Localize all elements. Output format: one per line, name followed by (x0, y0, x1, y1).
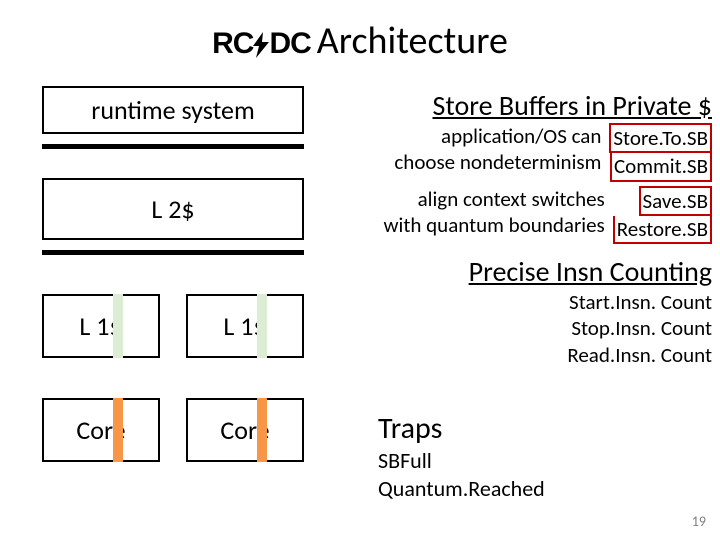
label-runtime: runtime system (91, 94, 254, 126)
right-column: Store Buffers in Private $ application/O… (342, 86, 712, 368)
store-buffers-block: application/OS can choose nondeterminism… (342, 123, 712, 244)
api-start-insn: Start.Insn. Count (342, 289, 712, 315)
traps-block: Traps SBFull Quantum.Reached (378, 410, 708, 502)
logo-rcdc: RC DC (212, 27, 311, 61)
sb-line3: align context switches (383, 186, 604, 212)
sb-line4: with quantum boundaries (383, 212, 604, 238)
logo-left: RC (212, 27, 253, 60)
tab-core-right (257, 398, 267, 462)
logo-right: DC (269, 27, 310, 60)
tab-core-left (113, 398, 123, 462)
box-l1-left: L 1$ (42, 294, 160, 358)
box-core-left: Core (42, 398, 160, 462)
underline-l2 (42, 250, 304, 255)
precise-apis: Start.Insn. Count Stop.Insn. Count Read.… (342, 289, 712, 368)
api-save-sb: Save.SB (639, 186, 712, 216)
tab-l1-right (257, 294, 267, 358)
traps-line1: SBFull (378, 447, 708, 475)
tab-l1-left (113, 294, 123, 358)
heading-precise-insn: Precise Insn Counting (342, 254, 712, 289)
api-restore-sb: Restore.SB (613, 216, 712, 244)
box-l2-cache: L 2$ (42, 178, 304, 240)
api-store-to-sb: Store.To.SB (609, 123, 712, 153)
sb-line1: application/OS can (394, 123, 601, 149)
underline-runtime (42, 144, 304, 149)
heading-traps: Traps (378, 410, 708, 447)
title-text: Architecture (317, 18, 508, 64)
heading-store-buffers: Store Buffers in Private $ (342, 88, 712, 123)
label-l2: L 2$ (151, 193, 194, 225)
api-commit-sb: Commit.SB (610, 153, 712, 181)
sb-line2: choose nondeterminism (394, 149, 601, 175)
page-number: 19 (692, 513, 706, 530)
slide: RC DC Architecture runtime system L 2$ L … (0, 0, 720, 540)
box-core-right: Core (186, 398, 304, 462)
box-runtime-system: runtime system (42, 86, 304, 134)
box-l1-right: L 1$ (186, 294, 304, 358)
slide-title: RC DC Architecture (0, 18, 720, 64)
traps-line2: Quantum.Reached (378, 475, 708, 503)
api-read-insn: Read.Insn. Count (342, 342, 712, 368)
api-stop-insn: Stop.Insn. Count (342, 315, 712, 341)
